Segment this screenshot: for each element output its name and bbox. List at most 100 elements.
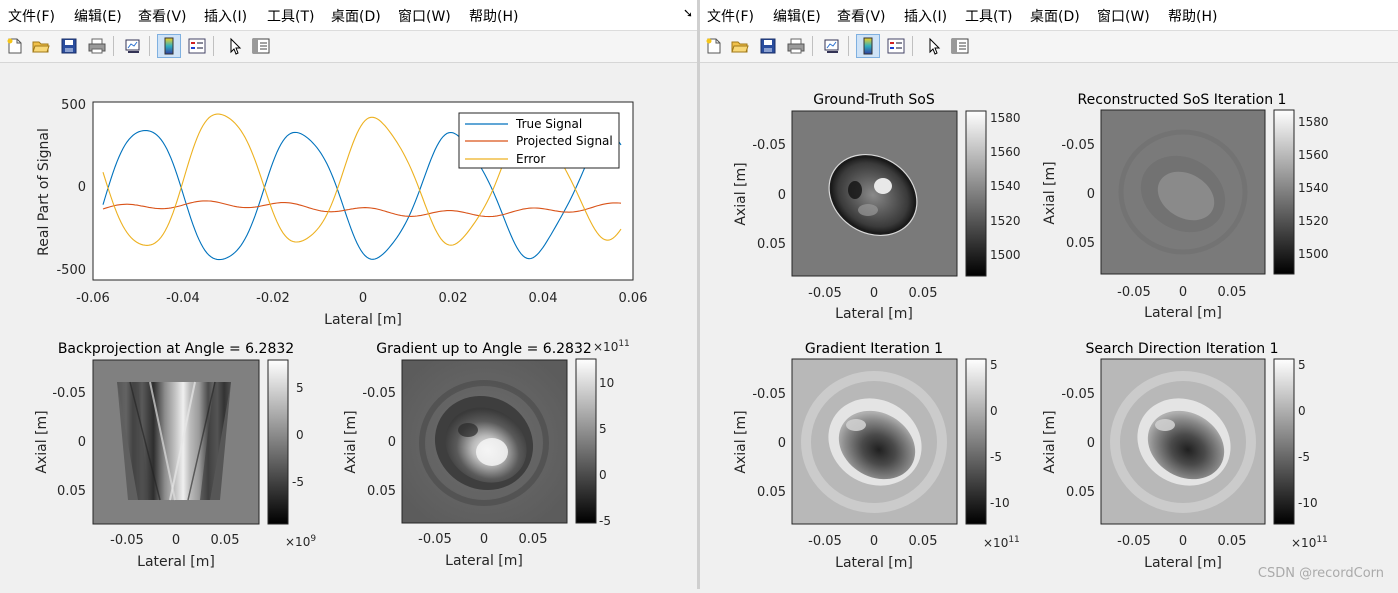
print-icon[interactable]: [85, 34, 109, 58]
ytick-label: 0: [778, 436, 786, 451]
xtick-label: -0.05: [808, 286, 842, 301]
ground-truth-colorbar[interactable]: [965, 110, 987, 277]
cbar-tick-label: 1540: [1298, 181, 1329, 195]
cbar-tick-label: 5: [296, 381, 304, 395]
dock-arrow-icon[interactable]: ➘: [683, 6, 693, 20]
menu-file[interactable]: 文件(F): [8, 6, 55, 26]
backprojection-ylabel: Axial [m]: [34, 410, 50, 473]
ytick-label: 0.05: [1066, 236, 1095, 251]
cbar-tick-label: 5: [1298, 358, 1306, 372]
xtick-label: 0: [870, 534, 878, 549]
ground-truth-plot: Ground-Truth SoS -0.05 0 0.05 -0.05 0 0.…: [733, 92, 1021, 322]
search-direction-xlabel: Lateral [m]: [1144, 555, 1222, 571]
link-plot-icon[interactable]: [820, 34, 844, 58]
menu-window[interactable]: 窗口(W): [398, 6, 451, 26]
menu-desktop[interactable]: 桌面(D): [1030, 6, 1080, 26]
search-direction-colorbar[interactable]: [1273, 358, 1295, 525]
menu-help[interactable]: 帮助(H): [1168, 6, 1217, 26]
menu-bar: 文件(F) 编辑(E) 查看(V) 插入(I) 工具(T) 桌面(D) 窗口(W…: [700, 0, 1398, 31]
pointer-icon[interactable]: [922, 34, 946, 58]
insert-legend-icon[interactable]: [185, 34, 209, 58]
figure-canvas-right: Ground-Truth SoS -0.05 0 0.05 -0.05 0 0.…: [700, 64, 1398, 589]
gradient-iteration-colorbar[interactable]: [965, 358, 987, 525]
ytick-label: -0.05: [1061, 387, 1095, 402]
ytick-label: 0: [388, 435, 396, 450]
new-figure-icon[interactable]: [3, 34, 27, 58]
save-icon[interactable]: [756, 34, 780, 58]
menu-file[interactable]: 文件(F): [707, 6, 754, 26]
menu-help[interactable]: 帮助(H): [469, 6, 518, 26]
gradient-iteration-ylabel: Axial [m]: [733, 410, 749, 473]
link-plot-icon[interactable]: [121, 34, 145, 58]
new-figure-icon[interactable]: [702, 34, 726, 58]
save-icon[interactable]: [57, 34, 81, 58]
property-inspector-icon[interactable]: [249, 34, 273, 58]
menu-view[interactable]: 查看(V): [138, 6, 187, 26]
open-file-icon[interactable]: [728, 34, 752, 58]
cbar-tick-label: 1560: [1298, 148, 1329, 162]
ytick-label: 0: [1087, 436, 1095, 451]
cbar-tick-label: -5: [599, 514, 611, 528]
ytick-label: -0.05: [752, 138, 786, 153]
reconstructed-colorbar[interactable]: [1273, 109, 1295, 275]
toolbar-separator: [113, 36, 114, 56]
menu-desktop[interactable]: 桌面(D): [331, 6, 381, 26]
backprojection-xlabel: Lateral [m]: [137, 554, 215, 570]
xtick-label: 0: [870, 286, 878, 301]
open-file-icon[interactable]: [29, 34, 53, 58]
cbar-tick-label: 0: [990, 404, 998, 418]
menu-edit[interactable]: 编辑(E): [773, 6, 821, 26]
backprojection-plot: Backprojection at Angle = 6.2832 -0.05 0…: [34, 341, 316, 570]
ytick-label: 0.05: [1066, 485, 1095, 500]
xtick-label: -0.04: [166, 291, 200, 306]
cbar-tick-label: 1500: [990, 248, 1021, 262]
cbar-tick-label: 1520: [1298, 214, 1329, 228]
cbar-tick-label: -10: [1298, 496, 1318, 510]
menu-insert[interactable]: 插入(I): [204, 6, 247, 26]
cbar-tick-label: 1540: [990, 179, 1021, 193]
cbar-tick-label: 5: [990, 358, 998, 372]
ytick-label: 0.05: [367, 484, 396, 499]
property-inspector-icon[interactable]: [948, 34, 972, 58]
menu-edit[interactable]: 编辑(E): [74, 6, 122, 26]
toolbar-separator: [912, 36, 913, 56]
ytick-label: 0: [78, 180, 86, 195]
gradient-ylabel: Axial [m]: [343, 410, 359, 473]
pointer-icon[interactable]: [223, 34, 247, 58]
toolbar-separator: [812, 36, 813, 56]
ytick-label: 0: [1087, 187, 1095, 202]
print-icon[interactable]: [784, 34, 808, 58]
ytick-label: 0: [78, 435, 86, 450]
ytick-label: -500: [56, 263, 86, 278]
ytick-label: 500: [61, 98, 86, 113]
xtick-label: 0.05: [1218, 534, 1247, 549]
watermark: CSDN @recordCorn: [1257, 566, 1384, 581]
cbar-tick-label: -5: [292, 475, 304, 489]
xtick-label: -0.05: [808, 534, 842, 549]
xtick-label: 0.05: [909, 286, 938, 301]
cbar-tick-label: 1500: [1298, 247, 1329, 261]
backprojection-colorbar[interactable]: [267, 359, 289, 525]
menu-insert[interactable]: 插入(I): [904, 6, 947, 26]
menu-tools[interactable]: 工具(T): [965, 6, 1012, 26]
menu-tools[interactable]: 工具(T): [267, 6, 314, 26]
menu-window[interactable]: 窗口(W): [1097, 6, 1150, 26]
xtick-label: -0.06: [76, 291, 110, 306]
insert-colorbar-icon[interactable]: [856, 34, 880, 58]
ground-truth-title: Ground-Truth SoS: [813, 92, 935, 108]
cbar-tick-label: -10: [990, 496, 1010, 510]
ground-truth-ylabel: Axial [m]: [733, 162, 749, 225]
figure-window-right: 文件(F) 编辑(E) 查看(V) 插入(I) 工具(T) 桌面(D) 窗口(W…: [700, 0, 1398, 589]
insert-legend-icon[interactable]: [884, 34, 908, 58]
signal-legend[interactable]: True Signal Projected Signal Error: [458, 112, 620, 169]
ytick-label: 0: [778, 188, 786, 203]
signal-ylabel: Real Part of Signal: [36, 128, 52, 256]
gradient-colorbar[interactable]: [575, 358, 597, 524]
ytick-label: -0.05: [1061, 138, 1095, 153]
menu-view[interactable]: 查看(V): [837, 6, 886, 26]
cbar-tick-label: -5: [990, 450, 1002, 464]
signal-plot: -0.06 -0.04 -0.02 0 0.02 0.04 0.06 500 0…: [36, 98, 647, 328]
xtick-label: 0.05: [909, 534, 938, 549]
figure-toolbar: [700, 31, 1398, 63]
insert-colorbar-icon[interactable]: [157, 34, 181, 58]
